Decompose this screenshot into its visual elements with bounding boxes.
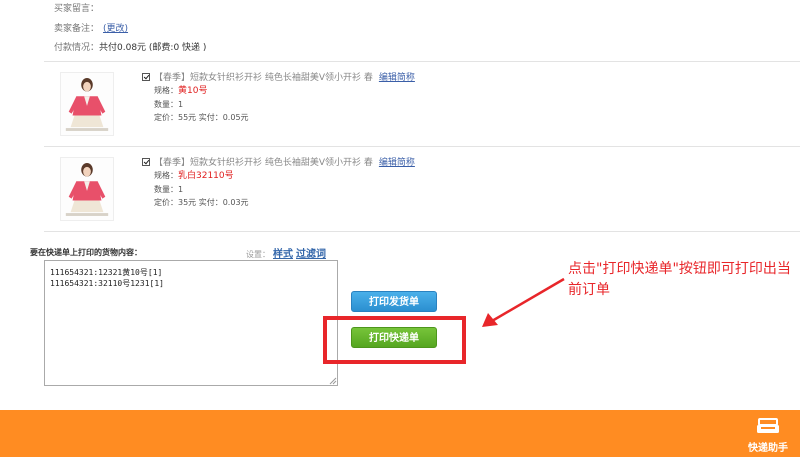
order-item: 【春季】短款女针织衫开衫 纯色长袖甜美V领小开衫 春编辑简称 规格：黄10号 数… [44,62,800,146]
buyer-message-row: 买家留言： [54,3,99,15]
qty-label: 数量： [154,185,178,194]
item-qty-row: 数量：1 [154,183,562,196]
product-thumbnail [60,72,114,136]
item-title-row: 【春季】短款女针织衫开衫 纯色长袖甜美V领小开衫 春编辑简称 [142,157,562,169]
spec-value: 乳白32110号 [178,171,234,181]
order-item: 【春季】短款女针织衫开衫 纯色长袖甜美V领小开衫 春编辑简称 规格：乳白3211… [44,147,800,231]
brand-name: 快递助手 [748,443,788,454]
resize-grip-icon[interactable] [329,377,337,385]
item-price-row: 定价：35元 实付：0.03元 [154,198,249,207]
item-checkbox[interactable] [142,158,150,166]
settings-row: 设置： 样式 过滤词 [246,245,326,260]
divider [44,231,800,232]
payment-row: 付款情况：共付0.08元 (邮费:0 快递 ) [54,42,206,54]
payment-label: 付款情况： [54,43,100,53]
print-content-label: 要在快递单上打印的货物内容： [30,248,142,257]
annotation-arrow-icon [482,277,565,327]
edit-short-name-link[interactable]: 编辑简称 [379,158,415,168]
buyer-message-label: 买家留言： [54,4,100,14]
edit-short-name-link[interactable]: 编辑简称 [379,73,415,83]
print-invoice-button[interactable]: 打印发货单 [351,291,437,312]
spec-label: 规格： [154,171,178,180]
print-content-textarea[interactable]: 111654321:12321黄10号[1] 111654321:32110号1… [44,260,338,386]
item-qty-row: 数量：1 [154,98,562,111]
express-helper-logo-icon [757,418,779,433]
item-spec-row: 规格：黄10号 [154,84,562,98]
cardigan-image-icon [61,73,113,135]
item-title: 【春季】短款女针织衫开衫 纯色长袖甜美V领小开衫 春 [154,73,373,83]
annotation-text: 点击"打印快递单"按钮即可打印出当前订单 [568,261,791,298]
seller-note-label: 卖家备注： [54,24,100,34]
qty-value: 1 [178,185,184,194]
product-thumbnail [60,157,114,221]
item-checkbox[interactable] [142,73,150,81]
footer-bar: 快递助手 [0,410,800,457]
settings-label: 设置： [246,250,270,259]
qty-value: 1 [178,100,184,109]
spec-label: 规格： [154,86,178,95]
payment-value: 共付0.08元 (邮费:0 快递 ) [99,43,207,53]
cardigan-image-icon [61,158,113,220]
print-express-button[interactable]: 打印快递单 [351,327,437,348]
item-price-row: 定价：55元 实付：0.05元 [154,113,249,122]
item-title-row: 【春季】短款女针织衫开衫 纯色长袖甜美V领小开衫 春编辑简称 [142,72,562,84]
spec-value: 黄10号 [178,86,208,96]
qty-label: 数量： [154,100,178,109]
item-title: 【春季】短款女针织衫开衫 纯色长袖甜美V领小开衫 春 [154,158,373,168]
seller-note-edit-link[interactable]: (更改) [103,24,128,34]
style-settings-link[interactable]: 样式 [273,249,293,260]
filter-words-link[interactable]: 过滤词 [296,249,326,260]
brand-logo: 快递助手 [748,418,788,455]
seller-note-row: 卖家备注： (更改) [54,23,128,35]
item-spec-row: 规格：乳白32110号 [154,169,562,183]
